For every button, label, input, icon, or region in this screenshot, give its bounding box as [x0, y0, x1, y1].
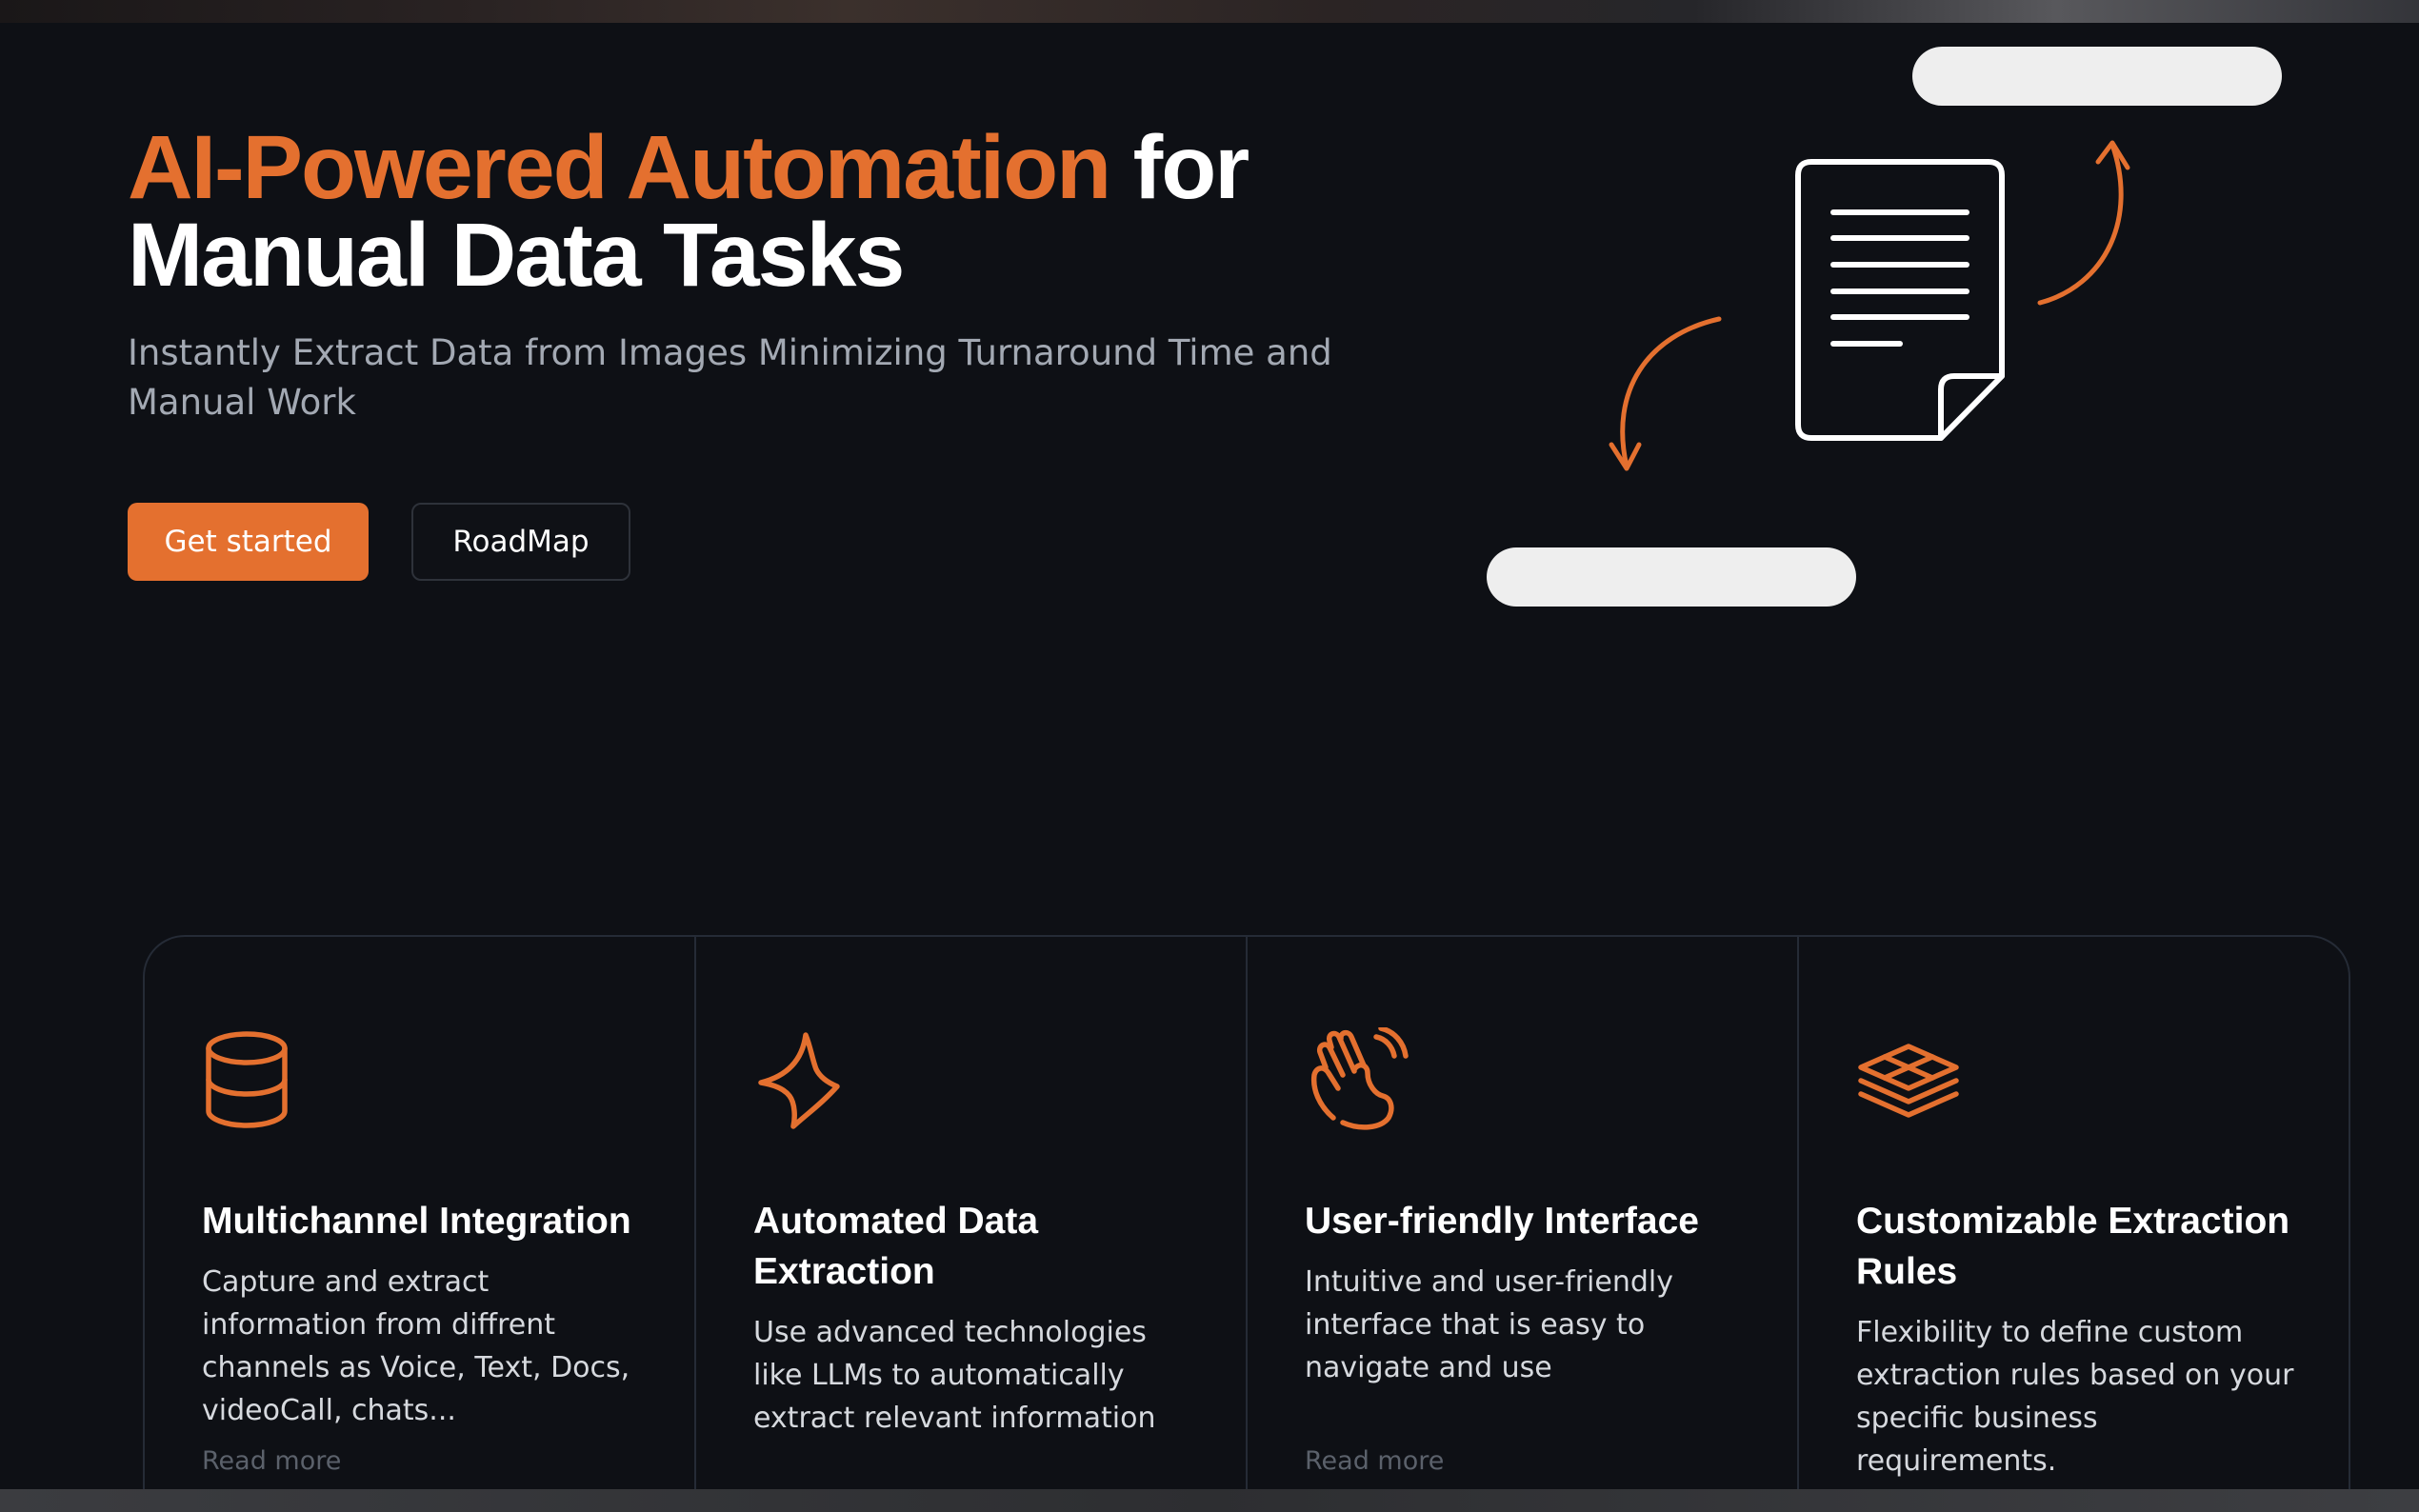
feature-card: Customizable Extraction Rules Flexibilit… — [1799, 937, 2349, 1512]
feature-card: Multichannel Integration Capture and ext… — [145, 937, 696, 1512]
feature-description: Intuitive and user-friendly interface th… — [1305, 1265, 1673, 1384]
feature-title: Multichannel Integration — [202, 1201, 631, 1242]
feature-card: User-friendly Interface Intuitive and us… — [1248, 937, 1799, 1512]
feature-card: Automated Data Extraction Use advanced t… — [696, 937, 1248, 1512]
curved-arrow-down-icon — [1609, 316, 1722, 471]
layers-icon — [1858, 1044, 1959, 1118]
lightning-icon — [758, 1032, 840, 1129]
feature-description: Capture and extract information from dif… — [202, 1265, 630, 1427]
read-more-link[interactable]: Read more — [202, 1446, 341, 1476]
read-more-link[interactable]: Read more — [1305, 1446, 1444, 1476]
document-icon — [1795, 159, 2005, 441]
database-icon — [206, 1031, 288, 1128]
feature-title: Customizable Extraction Rules — [1856, 1201, 2290, 1292]
feature-title: User-friendly Interface — [1305, 1201, 1699, 1242]
bottom-edge — [0, 1489, 2419, 1512]
feature-description: Flexibility to define custom extraction … — [1856, 1316, 2294, 1478]
features-grid: Multichannel Integration Capture and ext… — [143, 935, 2350, 1512]
feature-description: Use advanced technologies like LLMs to a… — [753, 1316, 1156, 1435]
curved-arrow-up-icon — [2037, 140, 2130, 306]
feature-title: Automated Data Extraction — [753, 1201, 1039, 1292]
landing-page: AI-Powered Automation for Manual Data Ta… — [0, 0, 2419, 1512]
hand-wave-icon — [1310, 1027, 1409, 1130]
illustration — [1609, 140, 2130, 471]
